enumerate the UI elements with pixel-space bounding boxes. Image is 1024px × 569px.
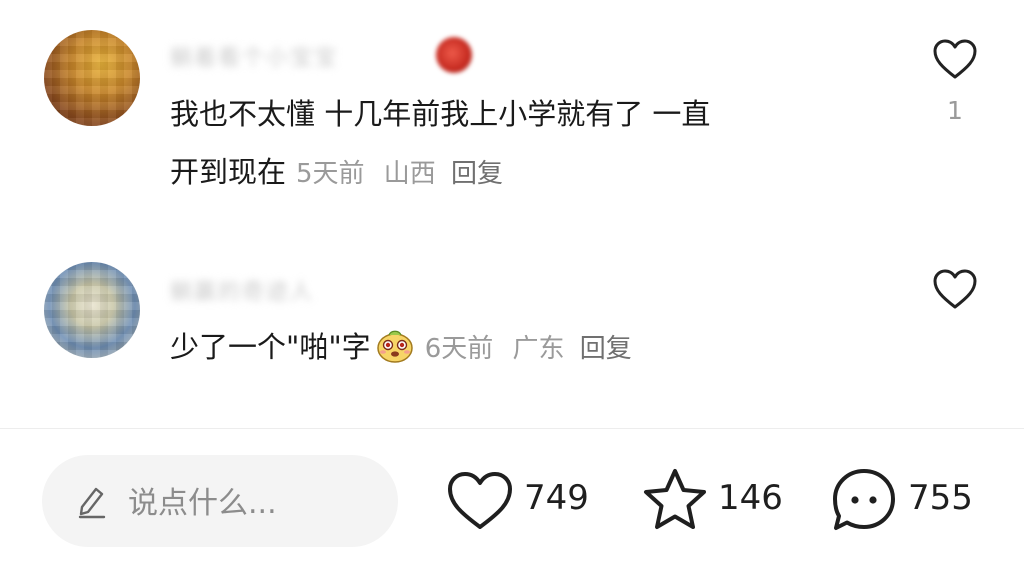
username[interactable]: 躺着看个小宝宝 xyxy=(170,40,338,71)
username[interactable]: 躺赢的奇迹人 xyxy=(170,274,314,305)
comment-text: 少了一个"啪"字 xyxy=(170,330,371,364)
like-heart-icon[interactable] xyxy=(446,470,514,532)
divider xyxy=(0,428,1024,429)
comment-text-line2: 开到现在 5天前 山西 回复 xyxy=(170,143,503,203)
comment-text-line: 少了一个"啪"字 6天前 广东 回复 xyxy=(170,318,632,378)
apple-badge-icon xyxy=(436,37,472,73)
comment-bubble-icon[interactable] xyxy=(830,466,898,534)
like-count: 749 xyxy=(524,478,589,518)
comment-text: 开到现在 xyxy=(170,155,287,189)
star-icon[interactable] xyxy=(640,466,710,534)
avatar[interactable] xyxy=(44,30,140,126)
comment-time: 6天前 xyxy=(424,334,494,364)
favorite-count: 146 xyxy=(718,478,783,518)
comment-time: 5天前 xyxy=(296,159,365,189)
comment-text: 我也不太懂 十几年前我上小学就有了 一直 xyxy=(170,97,711,131)
cute-blush-face-icon xyxy=(376,330,413,363)
heart-icon[interactable] xyxy=(932,268,978,310)
comment-location: 山西 xyxy=(383,159,436,189)
pencil-icon xyxy=(78,487,106,519)
reply-button[interactable]: 回复 xyxy=(451,159,503,189)
reply-button[interactable]: 回复 xyxy=(580,334,632,364)
comment-location: 广东 xyxy=(512,334,565,364)
input-placeholder[interactable]: 说点什么... xyxy=(128,478,277,522)
comment-count: 755 xyxy=(908,478,973,518)
avatar[interactable] xyxy=(44,262,140,358)
heart-icon[interactable] xyxy=(932,38,978,80)
like-count: 1 xyxy=(947,96,963,125)
